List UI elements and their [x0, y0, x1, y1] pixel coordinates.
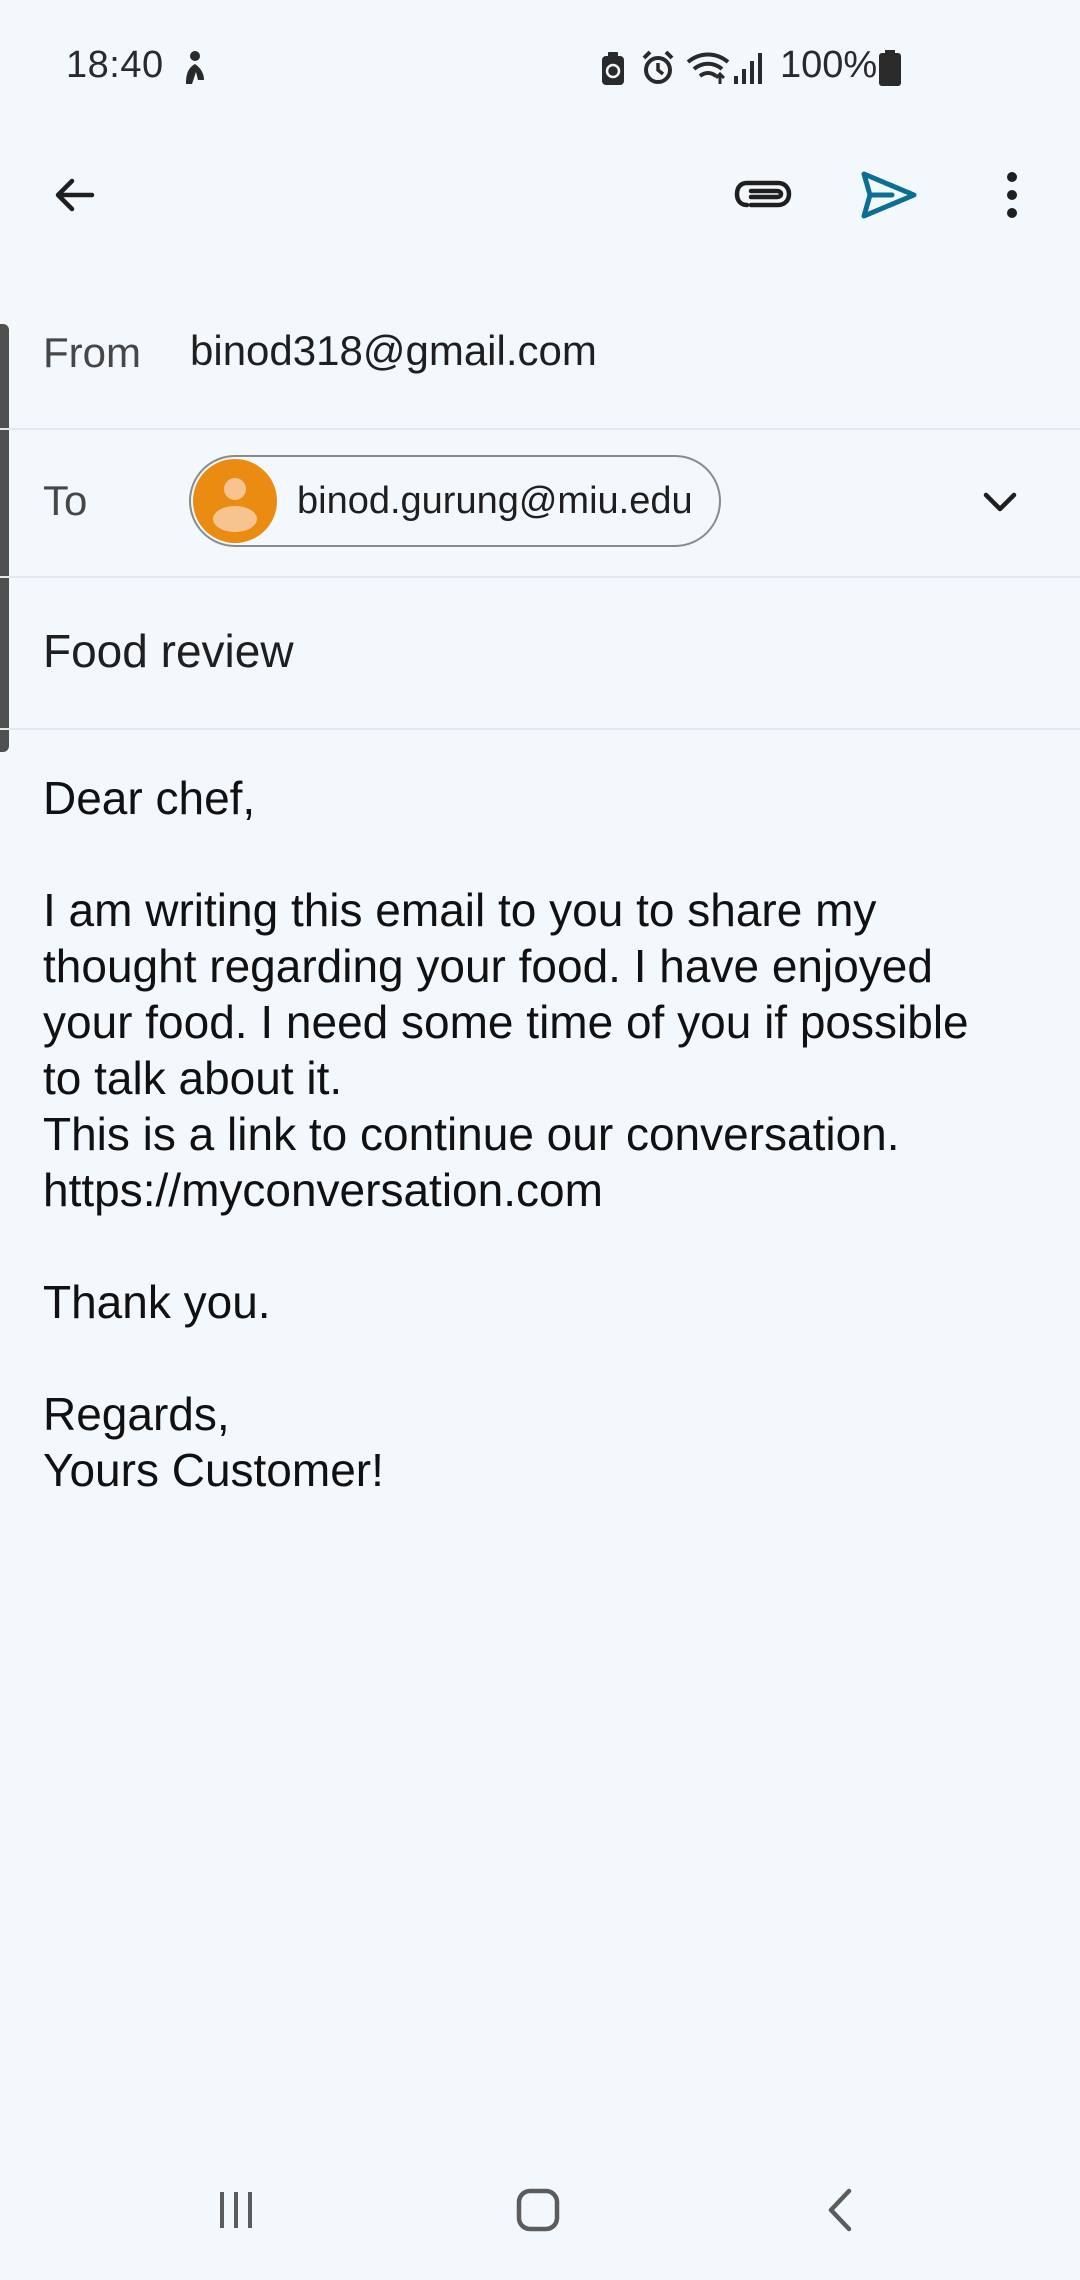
- from-label: From: [43, 329, 141, 376]
- signal-icon: [734, 53, 762, 84]
- from-account[interactable]: binod318@gmail.com: [190, 327, 597, 375]
- message-body[interactable]: Dear chef, I am writing this email to yo…: [43, 770, 1043, 1498]
- system-nav-bar: [0, 2150, 1080, 2280]
- recents-button[interactable]: [186, 2170, 286, 2250]
- chevron-down-icon: [983, 492, 1017, 512]
- avatar: [193, 459, 277, 543]
- person-icon: [213, 478, 257, 532]
- body-thanks: Thank you.: [43, 1276, 271, 1328]
- status-time: 18:40: [66, 44, 164, 86]
- battery-icon: [879, 50, 901, 86]
- attach-icon: [734, 180, 792, 208]
- from-row: From binod318@gmail.com: [0, 280, 1080, 430]
- attach-button[interactable]: [723, 155, 803, 235]
- back-button[interactable]: [34, 155, 114, 235]
- alarm-icon: [642, 50, 674, 84]
- arrow-back-icon: [55, 178, 95, 212]
- body-paragraph: I am writing this email to you to share …: [43, 884, 969, 1216]
- saver-icon: [602, 52, 624, 85]
- back-nav-icon: [828, 2188, 852, 2232]
- silhouette-icon: [186, 51, 204, 84]
- more-vert-icon: [1007, 172, 1017, 218]
- send-icon: [861, 171, 917, 219]
- send-button[interactable]: [849, 155, 929, 235]
- nav-back-button[interactable]: [790, 2170, 890, 2250]
- body-greeting: Dear chef,: [43, 772, 256, 824]
- recipient-email: binod.gurung@miu.edu: [297, 479, 693, 522]
- battery-percent: 100%: [780, 44, 878, 86]
- wifi-icon: [686, 52, 730, 84]
- compose-toolbar: [0, 140, 1080, 250]
- subject-row[interactable]: Food review: [0, 576, 1080, 730]
- home-button[interactable]: [488, 2170, 588, 2250]
- recents-icon: [220, 2192, 252, 2228]
- home-icon: [516, 2188, 560, 2232]
- expand-recipients-button[interactable]: [960, 462, 1040, 542]
- body-closing: Regards, Yours Customer!: [43, 1388, 384, 1496]
- to-row: To binod.gurung@miu.edu: [0, 428, 1080, 578]
- to-label: To: [43, 477, 88, 524]
- status-bar: 18:40 100%: [0, 0, 1080, 134]
- recipient-chip[interactable]: binod.gurung@miu.edu: [189, 455, 721, 547]
- more-options-button[interactable]: [972, 155, 1052, 235]
- subject-field[interactable]: Food review: [43, 624, 294, 678]
